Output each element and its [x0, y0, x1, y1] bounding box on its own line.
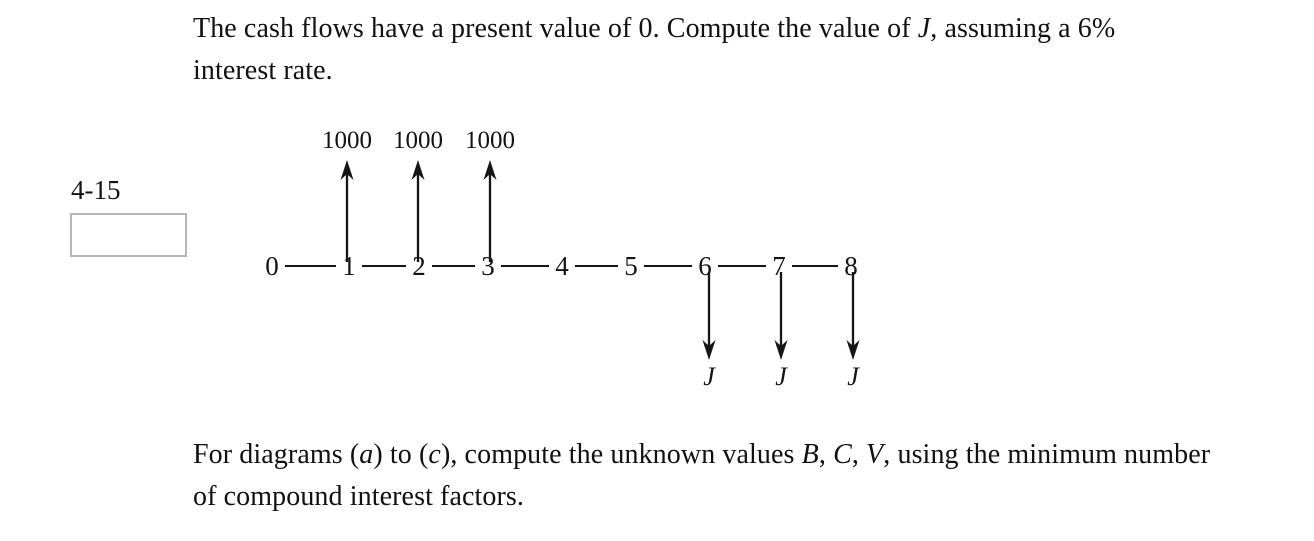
cash-flow-down-period-6: J	[702, 272, 716, 391]
closing-segment-5: B	[801, 439, 819, 470]
cash-flow-diagram: 012345678 1000 1000 1000 J J J	[255, 110, 905, 400]
cash-flow-up-period-1: 1000	[322, 127, 372, 262]
cash-flow-down-period-8: J	[846, 272, 860, 391]
cash-flow-label-period-2: 1000	[393, 127, 443, 154]
cash-flow-label-period-1: 1000	[322, 127, 372, 154]
cash-flow-up-period-3: 1000	[465, 127, 515, 262]
problem-number-label: 4-15	[71, 175, 121, 205]
closing-segment-1: a	[359, 439, 374, 470]
timeline-tick-label-4: 4	[555, 251, 569, 281]
closing-segment-7: C	[833, 439, 852, 470]
timeline-tick-labels: 012345678	[265, 251, 858, 281]
timeline-tick-label-7: 7	[772, 251, 786, 281]
timeline-tick-label-0: 0	[265, 251, 279, 281]
closing-segment-0: For diagrams (	[193, 439, 360, 470]
intro-paragraph: The cash flows have a present value of 0…	[193, 8, 1203, 92]
timeline-tick-label-5: 5	[624, 251, 638, 281]
cash-flow-up-period-2: 1000	[393, 127, 443, 262]
closing-paragraph: For diagrams (a) to (c), compute the unk…	[193, 434, 1213, 518]
cash-flow-label-period-6: J	[703, 362, 716, 391]
timeline-tick-label-8: 8	[844, 251, 858, 281]
closing-segment-3: c	[428, 439, 441, 470]
closing-segment-9: V	[866, 439, 884, 470]
closing-segment-4: ), compute the unknown values	[440, 439, 802, 470]
cash-flow-down-period-7: J	[774, 272, 788, 391]
intro-segment-1: J	[917, 13, 931, 44]
cash-flow-label-period-8: J	[847, 362, 860, 391]
timeline-tick-label-1: 1	[342, 251, 356, 281]
cash-flow-label-period-3: 1000	[465, 127, 515, 154]
closing-segment-6: ,	[818, 439, 834, 470]
intro-segment-0: The cash flows have a present value of 0…	[193, 13, 918, 44]
cash-flow-label-period-7: J	[775, 362, 788, 391]
closing-segment-8: ,	[851, 439, 867, 470]
timeline-tick-label-3: 3	[481, 251, 495, 281]
closing-segment-2: ) to (	[373, 439, 429, 470]
answer-input-box[interactable]	[70, 213, 187, 257]
